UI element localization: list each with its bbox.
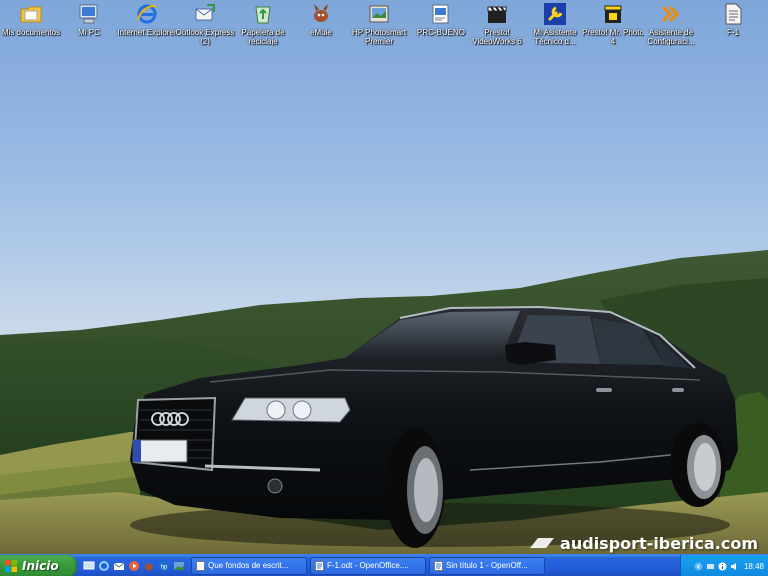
icon-label: Presto! Mr. Photo 4 (582, 28, 644, 46)
watermark-logo (530, 538, 555, 548)
wizard-arrows-icon (661, 5, 680, 23)
icon-label: Mis documentos (1, 28, 61, 37)
volume-icon[interactable] (730, 562, 739, 571)
clock[interactable]: 18:48 (744, 562, 764, 571)
icon-label: eMule (310, 28, 332, 37)
wrench-icon (544, 3, 566, 25)
icon-label: Presto! VideoWorks 6 (472, 28, 522, 46)
document-shortcut-icon (432, 4, 449, 24)
icon-label: F-1 (727, 28, 739, 37)
text-document-icon (725, 3, 742, 25)
watermark: audisport-iberica.com (528, 533, 758, 553)
taskbar-button[interactable]: Que fondos de escrit... (191, 556, 307, 575)
taskbar-button-label: F-1.odt - OpenOffice.... (327, 561, 409, 570)
document-icon (196, 560, 205, 571)
taskbar-button[interactable]: Sin título 1 - OpenOff... (429, 556, 545, 575)
desktop-icon-mi-pc[interactable]: Mi PC (58, 2, 120, 54)
desktop[interactable]: Mis documentos Mi PC Internet Explorer O… (0, 0, 768, 554)
svg-text:hp: hp (161, 564, 168, 570)
desktop-icon-videoworks[interactable]: Presto! VideoWorks 6 (466, 2, 528, 54)
quick-launch: hp (77, 560, 191, 572)
icon-label: Mi Asistente Técnico d... (533, 28, 577, 46)
desktop-icon-hp-photosmart[interactable]: HP Photosmart Premier (348, 2, 410, 54)
internet-explorer-icon (137, 4, 157, 24)
writer-document-icon (315, 560, 324, 571)
system-tray: 18:48 (680, 555, 768, 576)
recycle-bin-icon (255, 6, 271, 24)
icon-label: PRC-BUENO (416, 28, 465, 37)
desktop-icon-internet-explorer[interactable]: Internet Explorer (116, 2, 178, 54)
icon-label: Outlook Express (2) (175, 28, 235, 46)
wallpaper-image (0, 250, 768, 554)
writer-document-icon (434, 560, 443, 571)
emule-quicklaunch-icon[interactable] (143, 560, 155, 572)
icon-label: Asistente de Configuraci... (647, 28, 695, 46)
taskbar-button-label: Sin título 1 - OpenOff... (446, 561, 528, 570)
folder-documents-icon (20, 6, 42, 23)
hp-photosmart-icon (369, 5, 389, 23)
icon-label: Papelera de reciclaje (241, 28, 285, 46)
desktop-icon-asistente-configuracion[interactable]: Asistente de Configuraci... (640, 2, 702, 54)
desktop-icon-outlook-express[interactable]: Outlook Express (2) (174, 2, 236, 54)
outlook-express-icon (195, 4, 215, 21)
desktop-icon-prc-bueno[interactable]: PRC-BUENO (410, 2, 472, 54)
taskbar-buttons: Que fondos de escrit... F-1.odt - OpenOf… (191, 556, 545, 575)
desktop-icon-mr-photo[interactable]: Presto! Mr. Photo 4 (582, 2, 644, 54)
network-icon[interactable] (706, 562, 715, 571)
start-label: Inicio (22, 558, 59, 573)
emule-icon (314, 4, 328, 22)
outlook-quicklaunch-icon[interactable] (113, 560, 125, 572)
desktop-icon[interactable] (83, 560, 95, 572)
taskbar-button[interactable]: F-1.odt - OpenOffice.... (310, 556, 426, 575)
taskbar-button-label: Que fondos de escrit... (208, 561, 289, 570)
desktop-icon-mis-documentos[interactable]: Mis documentos (0, 2, 62, 54)
media-icon[interactable] (128, 560, 140, 572)
watermark-text: audisport-iberica.com (560, 533, 758, 553)
desktop-icon-papelera[interactable]: Papelera de reciclaje (232, 2, 294, 54)
photo-clapper-icon (604, 5, 622, 23)
windows-logo-icon (5, 559, 17, 572)
clapperboard-icon (487, 6, 507, 23)
photo-quicklaunch-icon[interactable] (173, 560, 185, 572)
hp-quicklaunch-icon[interactable]: hp (158, 560, 170, 572)
info-icon[interactable] (718, 562, 727, 571)
icon-label: Internet Explorer (117, 28, 177, 37)
chevron-left-icon[interactable] (694, 562, 703, 571)
start-button[interactable]: Inicio (0, 554, 77, 576)
icon-label: HP Photosmart Premier (351, 28, 407, 46)
my-computer-icon (79, 4, 98, 24)
icon-label: Mi PC (78, 28, 100, 37)
desktop-icon-f1[interactable]: F-1 (702, 2, 764, 54)
ie-quicklaunch-icon[interactable] (98, 560, 110, 572)
taskbar: Inicio hp Que fondos de escrit... F-1.od… (0, 554, 768, 576)
desktop-icon-asistente-tecnico[interactable]: Mi Asistente Técnico d... (524, 2, 586, 54)
desktop-icon-emule[interactable]: eMule (290, 2, 352, 54)
